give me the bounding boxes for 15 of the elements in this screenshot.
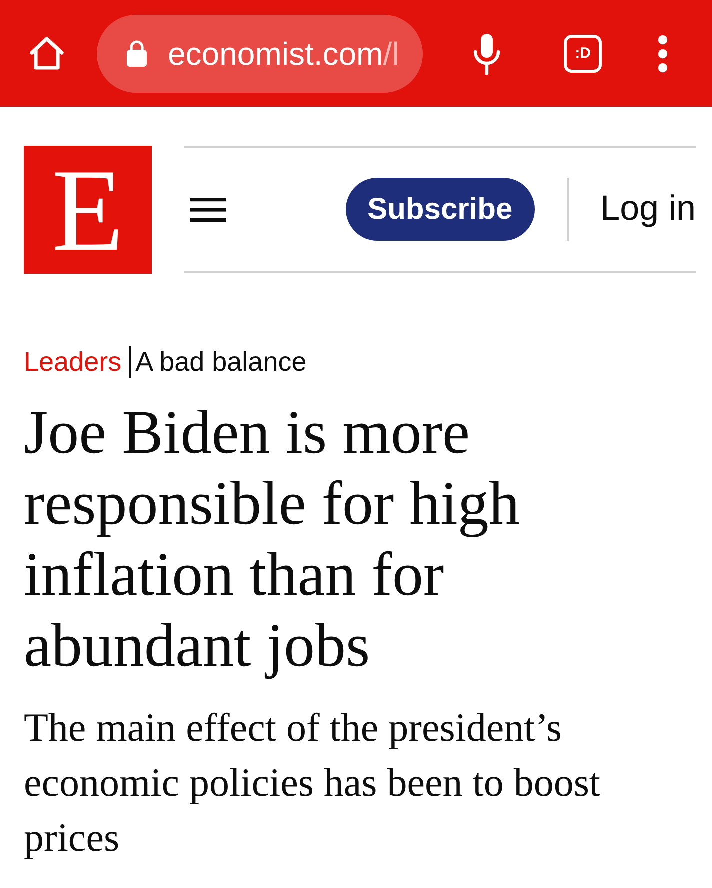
article-headline: Joe Biden is more responsible for high inflation than for abundant jobs [24, 398, 521, 682]
article-standfirst: The main effect of the president’s economic policies has been to boost prices [24, 704, 602, 862]
login-link[interactable]: Log in [600, 183, 696, 236]
economist-logo[interactable]: E [24, 146, 152, 274]
section-link[interactable]: Leaders [24, 346, 122, 378]
menu-icon[interactable] [190, 198, 226, 222]
home-icon[interactable] [28, 34, 66, 72]
article-rubric: A bad balance [136, 346, 307, 378]
lock-icon [127, 40, 147, 67]
tab-switcher-button[interactable]: :D [564, 34, 602, 72]
url-text: economist.com/l [168, 38, 400, 70]
more-menu-icon[interactable] [658, 34, 668, 72]
address-bar[interactable]: economist.com/l [97, 14, 423, 92]
microphone-icon[interactable] [473, 32, 501, 74]
subscribe-button[interactable]: Subscribe [346, 178, 535, 241]
